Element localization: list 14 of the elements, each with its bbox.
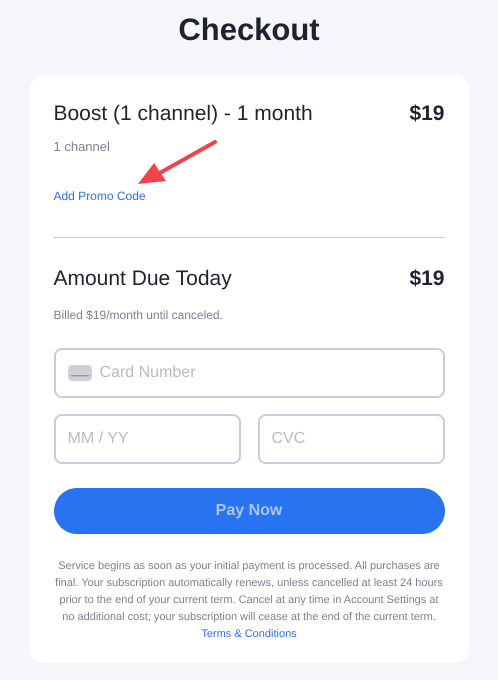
amount-due-label: Amount Due Today [54,266,232,292]
terms-text: Service begins as soon as your initial payment is processed. All purchases are final. Your subscription automatically renews, unless cancelled at least 24 hours prior to the end of your current term. Cancel at any time in Account Settings at no additional cost; your subscription will cease at the end of the current term. Terms & Conditions [54,558,444,642]
item-price: $19 [409,101,444,127]
item-detail: 1 channel [54,138,110,156]
item-name: Boost (1 channel) - 1 month [54,101,313,127]
amount-due-price: $19 [409,266,444,292]
billing-note: Billed $19/month until canceled. [54,306,223,324]
page-title: Checkout [178,12,320,48]
promo-code-link[interactable]: Add Promo Code [54,186,146,204]
card-number-field[interactable]: Card Number [54,348,444,398]
expiry-field[interactable]: MM / YY [54,414,240,464]
credit-card-icon [68,364,92,380]
cvc-field[interactable]: CVC [258,414,444,464]
terms-link[interactable]: Terms & Conditions [201,628,297,640]
